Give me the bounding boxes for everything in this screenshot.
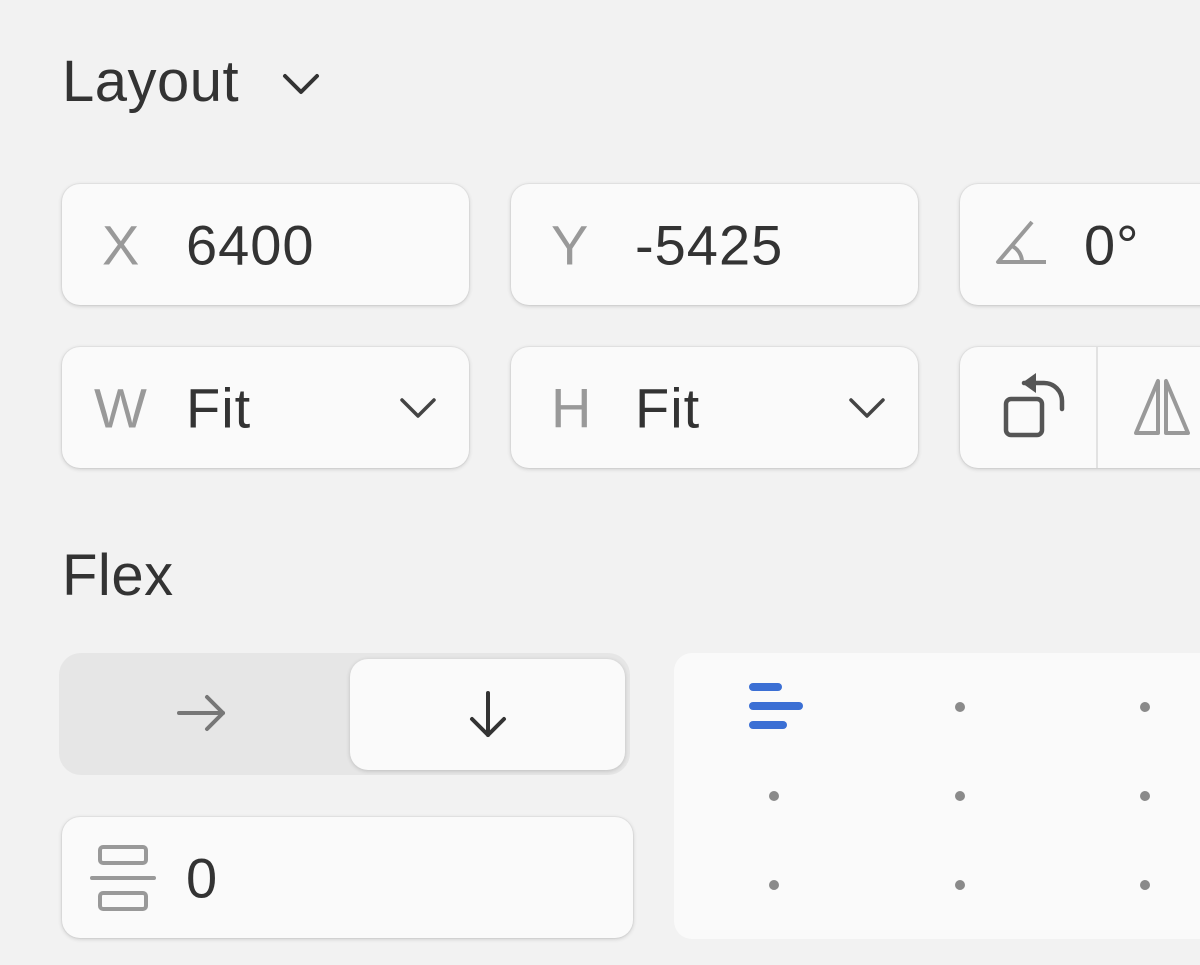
align-top-left-icon[interactable]: [748, 679, 804, 735]
align-top-right[interactable]: [1140, 702, 1150, 712]
rotation-field[interactable]: 0°: [960, 184, 1200, 305]
rotate-icon: [1003, 373, 1065, 438]
align-top-center[interactable]: [955, 702, 965, 712]
chevron-down-icon[interactable]: [280, 68, 322, 98]
h-label: H: [551, 376, 592, 439]
x-position-field[interactable]: X 6400: [62, 184, 469, 305]
w-value[interactable]: Fit: [186, 375, 251, 440]
rotate-button[interactable]: [960, 347, 1096, 468]
arrow-right-icon: [177, 695, 225, 731]
arrow-down-icon: [470, 691, 506, 737]
x-label: X: [102, 213, 140, 276]
vertical-gap-icon: [90, 845, 156, 911]
direction-vertical-button[interactable]: [350, 659, 625, 770]
w-label: W: [94, 376, 147, 439]
transform-button-group: [960, 347, 1200, 468]
align-bottom-right[interactable]: [1140, 880, 1150, 890]
layout-section-title[interactable]: Layout: [62, 48, 239, 115]
h-value[interactable]: Fit: [635, 375, 700, 440]
angle-icon: [996, 220, 1046, 264]
flex-direction-toggle: [59, 653, 630, 775]
chevron-down-icon[interactable]: [847, 394, 887, 422]
chevron-down-icon[interactable]: [398, 394, 438, 422]
align-middle-right[interactable]: [1140, 791, 1150, 801]
y-label: Y: [551, 213, 589, 276]
rotation-value[interactable]: 0°: [1084, 212, 1140, 277]
gap-field[interactable]: 0: [62, 817, 633, 938]
width-field[interactable]: W Fit: [62, 347, 469, 468]
y-position-field[interactable]: Y -5425: [511, 184, 918, 305]
align-middle-center[interactable]: [955, 791, 965, 801]
flex-section-title: Flex: [62, 542, 174, 609]
layout-title-text: Layout: [62, 49, 240, 114]
flex-title-text: Flex: [62, 543, 174, 608]
height-field[interactable]: H Fit: [511, 347, 918, 468]
flip-horizontal-icon: [1134, 379, 1190, 435]
alignment-grid: [674, 653, 1200, 939]
align-middle-left[interactable]: [769, 791, 779, 801]
y-value[interactable]: -5425: [635, 212, 783, 277]
x-value[interactable]: 6400: [186, 212, 315, 277]
direction-horizontal-button[interactable]: [59, 653, 347, 775]
align-bottom-left[interactable]: [769, 880, 779, 890]
align-bottom-center[interactable]: [955, 880, 965, 890]
flip-button[interactable]: [1098, 347, 1200, 468]
gap-value[interactable]: 0: [186, 845, 218, 910]
